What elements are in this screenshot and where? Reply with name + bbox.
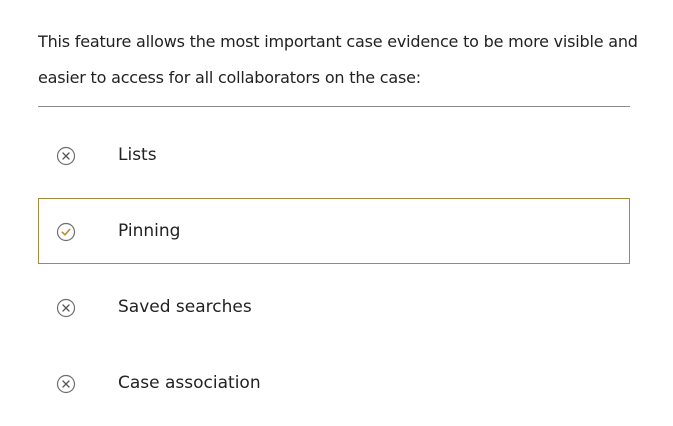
divider (38, 106, 630, 107)
option-case-association[interactable]: Case association (38, 350, 630, 416)
option-lists[interactable]: Lists (38, 122, 630, 188)
option-label: Lists (118, 145, 157, 165)
option-saved-searches[interactable]: Saved searches (38, 274, 630, 340)
answer-options: Lists Pinning Saved searches Case associ… (38, 122, 630, 426)
question-line-2: easier to access for all collaborators o… (38, 68, 421, 87)
option-pinning[interactable]: Pinning (38, 198, 630, 264)
question-line-1: This feature allows the most important c… (38, 32, 638, 51)
x-circle-icon (56, 146, 76, 166)
x-circle-icon (56, 374, 76, 394)
x-circle-icon (56, 298, 76, 318)
check-circle-icon (56, 222, 76, 242)
option-label: Case association (118, 373, 261, 393)
question-text: This feature allows the most important c… (38, 24, 638, 96)
option-label: Pinning (118, 221, 181, 241)
option-label: Saved searches (118, 297, 252, 317)
